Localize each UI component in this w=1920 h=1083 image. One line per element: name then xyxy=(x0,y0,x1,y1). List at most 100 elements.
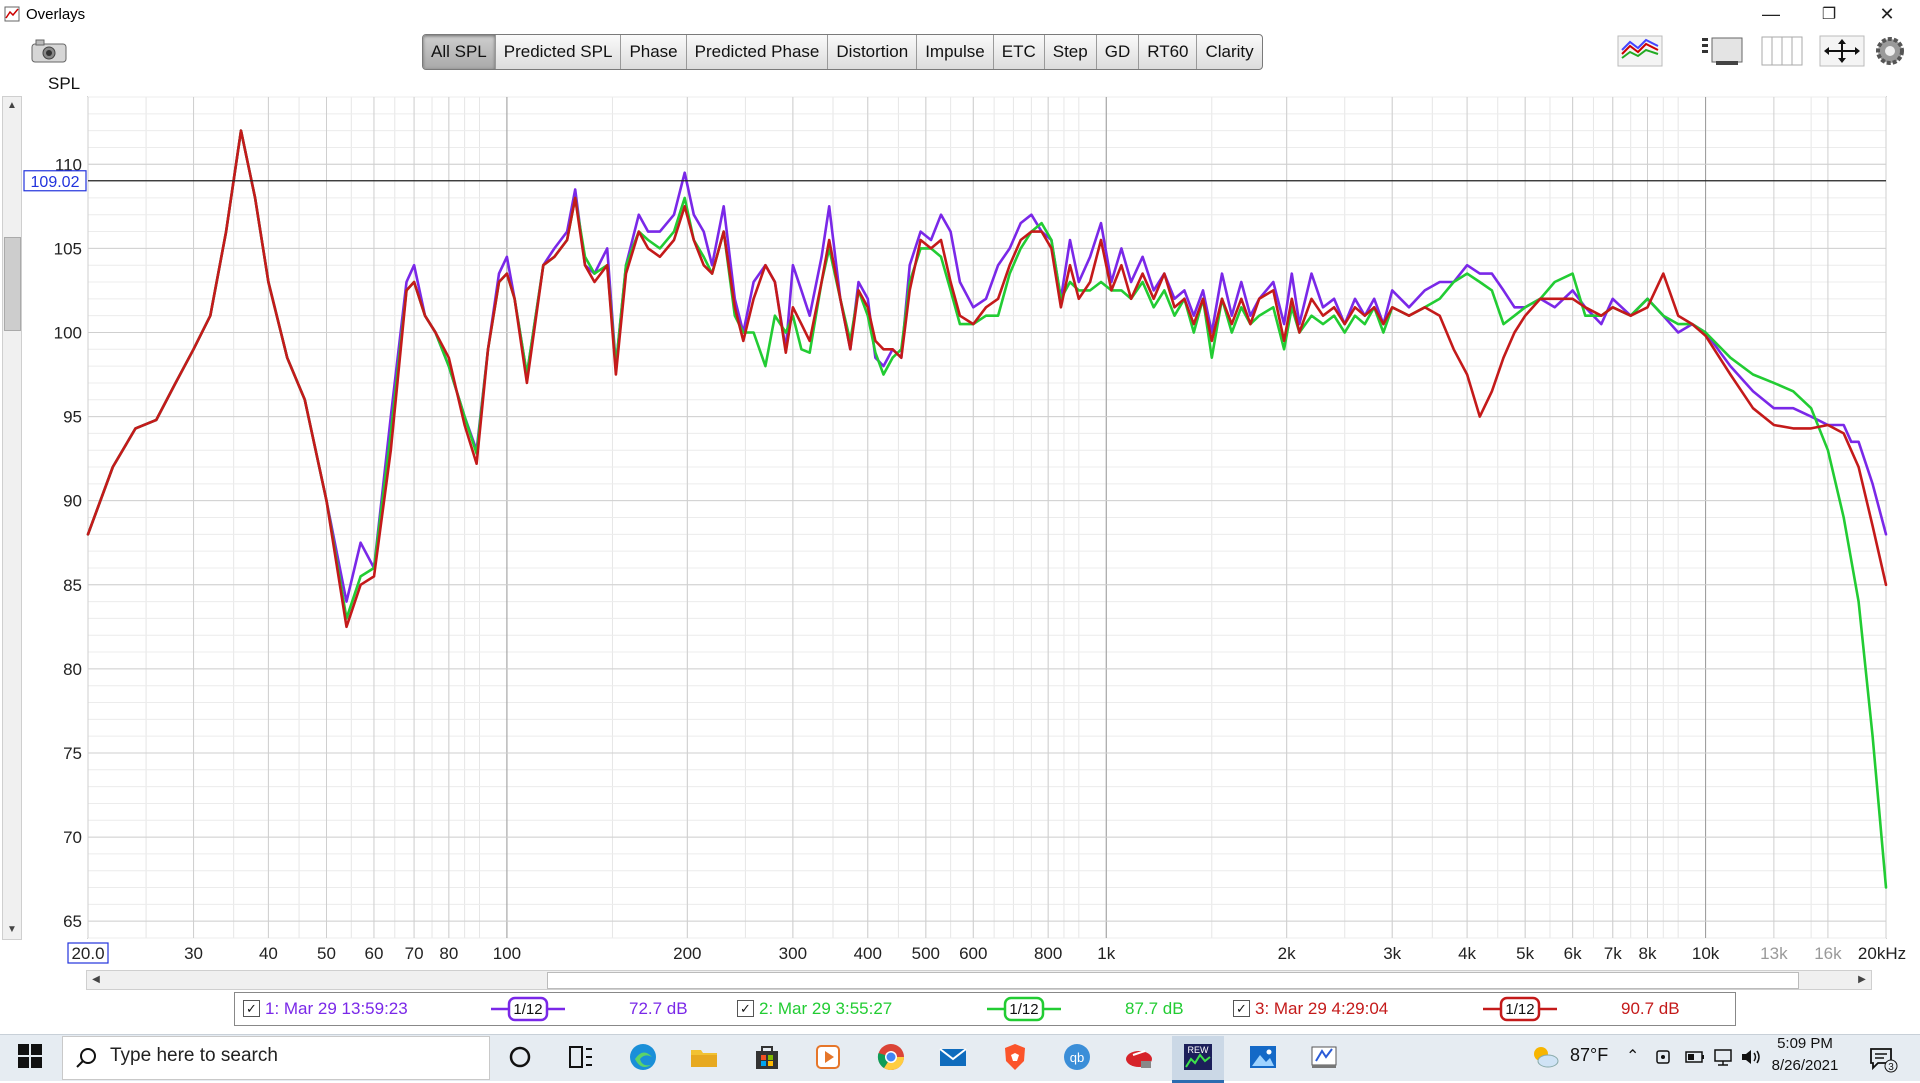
app-icon xyxy=(4,6,20,22)
tab-predicted-spl[interactable]: Predicted SPL xyxy=(496,35,622,69)
columns-icon[interactable] xyxy=(1758,34,1806,68)
horizontal-scrollbar[interactable]: ◀ ▶ xyxy=(86,970,1872,990)
mail-icon[interactable] xyxy=(937,1041,969,1073)
y-tick-labels: 65707580859095100105110 xyxy=(54,155,82,931)
x-tick-label: 8k xyxy=(1639,944,1657,963)
task-view-icon[interactable] xyxy=(564,1041,596,1073)
x-tick-label: 50 xyxy=(317,944,336,963)
title-bar xyxy=(0,0,1920,28)
tab-phase[interactable]: Phase xyxy=(621,35,687,69)
x-tick-label: 40 xyxy=(259,944,278,963)
tab-rt60[interactable]: RT60 xyxy=(1139,35,1198,69)
weather-icon[interactable] xyxy=(1530,1043,1560,1071)
smoothing-label-2: 1/12 xyxy=(1009,1001,1038,1018)
tab-clarity[interactable]: Clarity xyxy=(1197,35,1261,69)
x-tick-label: 13k xyxy=(1760,944,1788,963)
search-icon xyxy=(76,1048,96,1068)
remote-app-icon[interactable] xyxy=(1123,1041,1155,1073)
file-explorer-icon[interactable] xyxy=(688,1041,720,1073)
notification-icon[interactable]: 3 xyxy=(1868,1045,1898,1073)
restore-button[interactable]: ❐ xyxy=(1806,0,1852,28)
tab-distortion[interactable]: Distortion xyxy=(828,35,918,69)
volume-icon[interactable] xyxy=(1740,1048,1762,1066)
legend-name-1[interactable]: 1: Mar 29 13:59:23 xyxy=(265,999,408,1019)
battery-icon[interactable] xyxy=(1684,1048,1706,1066)
x-tick-label: 30 xyxy=(184,944,203,963)
y-tick-label: 90 xyxy=(63,492,82,511)
x-tick-label: 3k xyxy=(1383,944,1401,963)
store-icon[interactable] xyxy=(751,1041,783,1073)
camera-icon[interactable] xyxy=(30,38,68,64)
notification-count: 3 xyxy=(1888,1062,1894,1073)
weather-temperature[interactable]: 87°F xyxy=(1570,1045,1608,1066)
x-tick-label: 4k xyxy=(1458,944,1476,963)
network-icon[interactable] xyxy=(1712,1048,1734,1066)
traces-icon[interactable] xyxy=(1616,34,1664,68)
tray-chevron-icon[interactable]: ⌃ xyxy=(1626,1046,1639,1066)
x-tick-label: 6k xyxy=(1564,944,1582,963)
cursor-value: 109.02 xyxy=(31,174,80,191)
tab-predicted-phase[interactable]: Predicted Phase xyxy=(687,35,829,69)
media-player-icon[interactable] xyxy=(812,1041,844,1073)
minimize-button[interactable]: — xyxy=(1748,0,1794,28)
smoothing-selector-1[interactable]: 1/12 xyxy=(489,996,567,1022)
legend-name-2[interactable]: 2: Mar 29 3:55:27 xyxy=(759,999,892,1019)
smoothing-label-1: 1/12 xyxy=(513,1001,542,1018)
app-icon-desk[interactable] xyxy=(1308,1041,1340,1073)
legend-checkbox-3[interactable]: ✓ xyxy=(1233,1000,1250,1017)
legend-level-2: 87.7 dB xyxy=(1125,999,1184,1018)
legend-checkbox-2[interactable]: ✓ xyxy=(737,1000,754,1017)
x-tick-labels: 20.0 30 40 50 60 70 80 100 200 300 400 500 600 800 1k 2… xyxy=(67,942,1906,964)
vertical-scrollbar[interactable]: ▲ ▼ xyxy=(2,96,22,940)
scroll-right-icon[interactable]: ▶ xyxy=(1853,971,1871,989)
horizontal-scroll-thumb[interactable] xyxy=(547,972,1799,989)
fit-axes-icon[interactable] xyxy=(1818,34,1866,68)
legend-level-3: 90.7 dB xyxy=(1621,999,1680,1018)
clock-time[interactable]: 5:09 PM xyxy=(1760,1035,1850,1052)
x-tick-label: 600 xyxy=(959,944,987,963)
x-tick-label: 1k xyxy=(1097,944,1115,963)
windows-start-icon[interactable] xyxy=(18,1044,42,1068)
settings-gear-icon[interactable] xyxy=(1870,34,1910,68)
x-tick-label: 2k xyxy=(1278,944,1296,963)
restore-icon: ❐ xyxy=(1821,6,1837,23)
legend-name-3[interactable]: 3: Mar 29 4:29:04 xyxy=(1255,999,1388,1019)
tab-step[interactable]: Step xyxy=(1045,35,1097,69)
qbittorrent-icon[interactable]: qb xyxy=(1061,1041,1093,1073)
spl-chart[interactable]: 65707580859095100105110 20.0 30 40 50 60 70 80… xyxy=(0,90,1920,990)
edge-icon[interactable] xyxy=(627,1041,659,1073)
close-button[interactable]: ✕ xyxy=(1864,0,1910,28)
scroll-left-icon[interactable]: ◀ xyxy=(87,971,105,989)
search-placeholder[interactable]: Type here to search xyxy=(110,1045,278,1067)
svg-text:qb: qb xyxy=(1070,1050,1084,1065)
x-tick-label: 500 xyxy=(912,944,940,963)
minimize-icon: — xyxy=(1762,3,1780,24)
tab-impulse[interactable]: Impulse xyxy=(917,35,994,69)
tray-device-icon[interactable] xyxy=(1654,1048,1672,1066)
scroll-up-icon[interactable]: ▲ xyxy=(3,97,21,115)
legend-checkbox-1[interactable]: ✓ xyxy=(243,1000,260,1017)
cortana-icon[interactable] xyxy=(504,1041,536,1073)
tab-gd[interactable]: GD xyxy=(1097,35,1140,69)
photos-icon[interactable] xyxy=(1247,1041,1279,1073)
smoothing-selector-2[interactable]: 1/12 xyxy=(985,996,1063,1022)
legend-level-1: 72.7 dB xyxy=(629,999,688,1018)
scroll-down-icon[interactable]: ▼ xyxy=(3,921,21,939)
tab-all-spl[interactable]: All SPL xyxy=(423,35,496,69)
x-tick-label: 80 xyxy=(439,944,458,963)
vertical-scroll-thumb[interactable] xyxy=(4,237,21,331)
smoothing-selector-3[interactable]: 1/12 xyxy=(1481,996,1559,1022)
clock-date[interactable]: 8/26/2021 xyxy=(1760,1057,1850,1074)
y-tick-label: 105 xyxy=(54,239,82,258)
rew-icon[interactable]: REW xyxy=(1182,1041,1214,1073)
controls-panel-icon[interactable] xyxy=(1698,34,1746,68)
x-tick-label: 10k xyxy=(1692,944,1720,963)
legend-bar: ✓ 1: Mar 29 13:59:23 1/12 72.7 dB ✓ 2: M… xyxy=(234,992,1736,1026)
y-tick-label: 95 xyxy=(63,408,82,427)
x-tick-label: 800 xyxy=(1034,944,1062,963)
tab-etc[interactable]: ETC xyxy=(994,35,1045,69)
brave-icon[interactable] xyxy=(999,1041,1031,1073)
chrome-icon[interactable] xyxy=(875,1041,907,1073)
x-tick-label: 20.0 xyxy=(71,944,104,963)
smoothing-label-3: 1/12 xyxy=(1505,1001,1534,1018)
